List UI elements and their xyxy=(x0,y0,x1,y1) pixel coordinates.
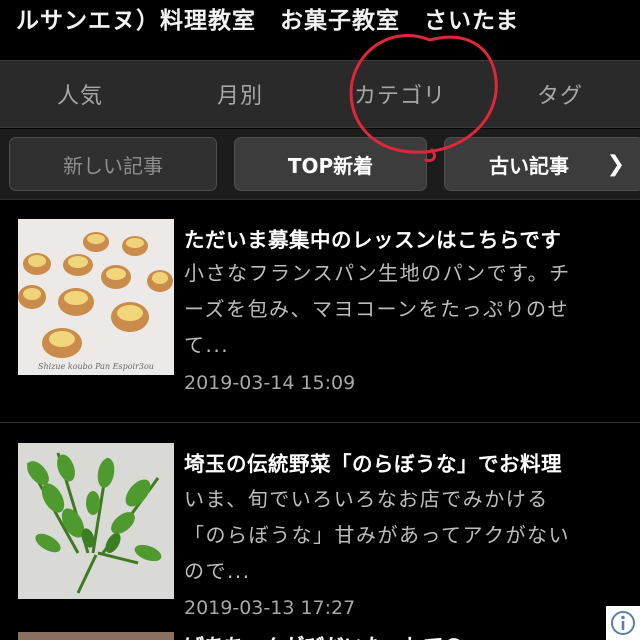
excerpt-line: いま、旬でいろいろなお店でみかける xyxy=(184,487,549,511)
tab-popular[interactable]: 人気 xyxy=(0,61,160,127)
article-thumbnail[interactable] xyxy=(18,443,174,599)
chevron-right-icon: ❯ xyxy=(606,152,625,177)
article-excerpt: 小さなフランスパン生地のパンです。チ ーズを包み、マヨコーンをたっぷりのせ て.… xyxy=(184,255,622,363)
excerpt-line: ーズを包み、マヨコーンをたっぷりのせ xyxy=(184,297,569,321)
excerpt-line: て... xyxy=(184,333,230,357)
article-title[interactable]: ばあちゃんがびだいたーしての xyxy=(184,630,463,640)
article-date: 2019-03-14 15:09 xyxy=(184,372,356,394)
thumbnail-caption: Shizue koubo Pan Espoir3ou xyxy=(38,362,154,371)
excerpt-line: 小さなフランスパン生地のパンです。チ xyxy=(184,261,571,285)
excerpt-line: ので... xyxy=(184,559,251,583)
article-thumbnail[interactable] xyxy=(18,632,174,640)
top-new-button[interactable]: TOP新着 xyxy=(234,137,427,191)
newer-posts-button[interactable]: 新しい記事 xyxy=(9,137,217,191)
article-thumbnail[interactable]: Shizue koubo Pan Espoir3ou xyxy=(18,219,174,375)
blog-title[interactable]: ルサンエヌ）料理教室 お菓子教室 さいたま xyxy=(0,0,640,44)
article-title[interactable]: ただいま募集中のレッスンはこちらです xyxy=(184,223,622,253)
article-excerpt: いま、旬でいろいろなお店でみかける 「のらぼうな」甘みがあってアクがない ので.… xyxy=(184,481,622,589)
article-item[interactable]: Shizue koubo Pan Espoir3ou ただいま募集中のレッスンは… xyxy=(0,201,640,423)
article-item-partial[interactable]: ばあちゃんがびだいたーしての xyxy=(0,620,640,640)
article-item[interactable]: 埼玉の伝統野菜「のらぼうな」でお料理 いま、旬でいろいろなお店でみかける 「のら… xyxy=(0,423,640,640)
older-posts-label: 古い記事 xyxy=(489,153,569,178)
excerpt-line: 「のらぼうな」甘みがあってアクがない xyxy=(184,523,570,547)
info-icon-glyph xyxy=(611,611,635,635)
tab-category[interactable]: カテゴリ xyxy=(320,61,480,127)
top-new-label: TOP新着 xyxy=(287,153,374,178)
article-title[interactable]: 埼玉の伝統野菜「のらぼうな」でお料理 xyxy=(184,447,622,477)
tab-tags[interactable]: タグ xyxy=(480,61,640,127)
older-posts-button[interactable]: 古い記事 ❯ xyxy=(444,137,640,191)
newer-posts-label: 新しい記事 xyxy=(63,153,163,178)
pager: 新しい記事 TOP新着 古い記事 ❯ xyxy=(0,129,640,200)
info-icon[interactable] xyxy=(606,606,640,640)
article-date: 2019-03-13 17:27 xyxy=(184,597,356,619)
tab-monthly[interactable]: 月別 xyxy=(160,61,320,127)
greens-photo xyxy=(18,443,174,599)
tab-bar: 人気 月別 カテゴリ タグ xyxy=(0,60,640,128)
bread-buns-photo: Shizue koubo Pan Espoir3ou xyxy=(18,219,174,375)
